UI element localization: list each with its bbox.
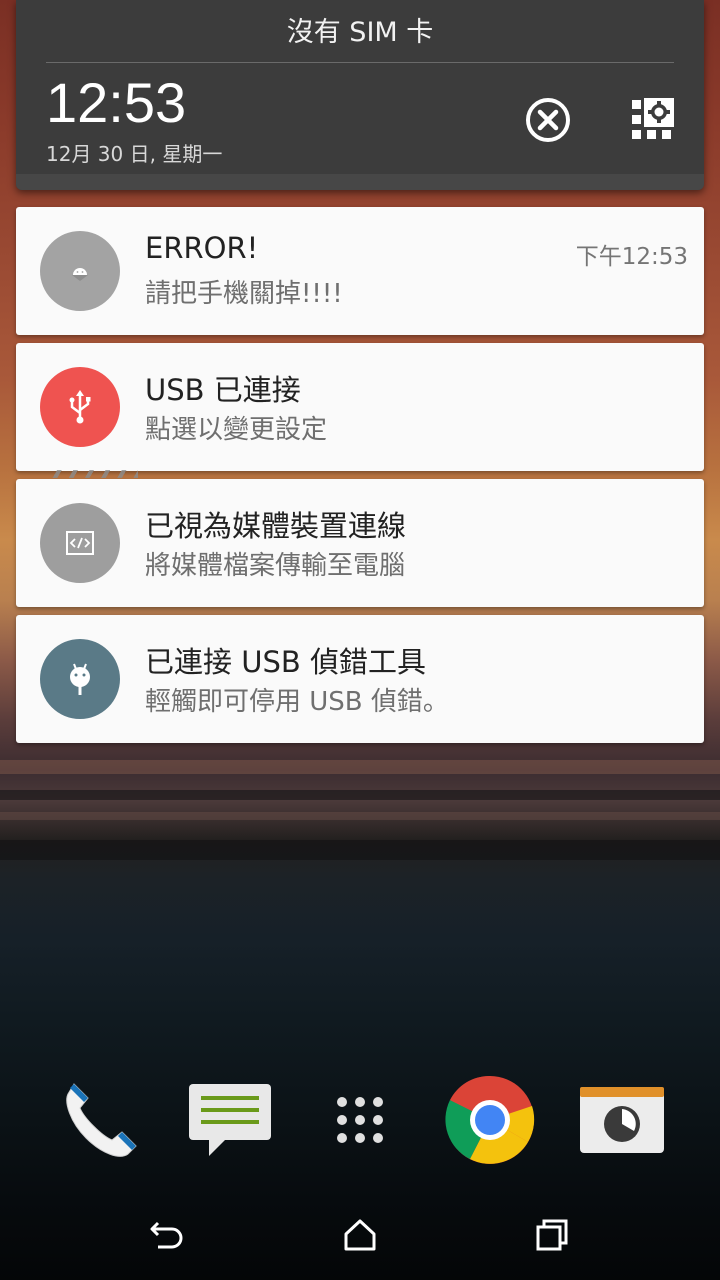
notification-title: USB 已連接 — [145, 373, 301, 407]
app-drawer-icon — [337, 1097, 383, 1143]
clock-time[interactable]: 12:53 — [46, 70, 186, 135]
camera-icon — [580, 1087, 664, 1153]
messages-icon — [189, 1084, 271, 1156]
notification-icon — [40, 231, 120, 311]
sim-status: 沒有 SIM 卡 — [286, 17, 434, 48]
swipe-indicator — [48, 470, 138, 478]
phone-icon — [66, 1083, 137, 1157]
notification-usb-debugging[interactable]: 已連接 USB 偵錯工具 輕觸即可停用 USB 偵錯。 — [16, 615, 704, 743]
debug-android-icon — [70, 663, 90, 695]
recents-button[interactable] — [522, 1210, 582, 1260]
wallpaper-streak — [0, 790, 720, 800]
notification-text: 輕觸即可停用 USB 偵錯。 — [145, 687, 449, 717]
chrome-icon — [445, 1075, 535, 1164]
home-icon — [344, 1219, 376, 1251]
notification-icon — [40, 639, 120, 719]
messages-app[interactable] — [180, 1070, 280, 1170]
home-button[interactable] — [330, 1210, 390, 1260]
chrome-app[interactable] — [440, 1070, 540, 1170]
clock-date[interactable]: 12月 30 日, 星期一 — [46, 138, 222, 167]
usb-icon — [69, 390, 91, 424]
quick-settings-button[interactable] — [622, 90, 682, 150]
code-file-icon — [66, 531, 94, 555]
notification-title: 已視為媒體裝置連線 — [145, 509, 407, 543]
notification-icon — [40, 367, 120, 447]
phone-app[interactable] — [48, 1070, 148, 1170]
back-icon — [150, 1221, 183, 1249]
recents-icon — [536, 1219, 568, 1251]
android-icon — [72, 268, 88, 281]
notification-text: 請把手機關掉!!!! — [145, 279, 343, 309]
notification-time: 下午12:53 — [575, 244, 688, 270]
notification-error[interactable]: ERROR! 請把手機關掉!!!! 下午12:53 — [16, 207, 704, 335]
back-button[interactable] — [138, 1210, 198, 1260]
header-divider — [46, 62, 674, 63]
close-circle-icon — [526, 98, 570, 142]
notification-title: 已連接 USB 偵錯工具 — [145, 645, 426, 679]
quick-settings-icon — [632, 98, 674, 139]
wallpaper-streak — [0, 812, 720, 820]
notification-media-device[interactable]: 已視為媒體裝置連線 將媒體檔案傳輸至電腦 — [16, 479, 704, 607]
notification-text: 將媒體檔案傳輸至電腦 — [145, 551, 406, 581]
dismiss-all-button[interactable] — [518, 90, 578, 150]
notification-title: ERROR! — [145, 231, 259, 265]
home-dock — [0, 1070, 720, 1180]
app-drawer[interactable] — [310, 1070, 410, 1170]
notification-usb-connected[interactable]: USB 已連接 點選以變更設定 — [16, 343, 704, 471]
wallpaper-streak — [0, 760, 720, 774]
notification-text: 點選以變更設定 — [145, 415, 328, 445]
notification-header: 沒有 SIM 卡 12:53 12月 30 日, 星期一 — [16, 0, 704, 190]
wallpaper-streak — [0, 840, 720, 860]
notification-icon — [40, 503, 120, 583]
camera-app[interactable] — [572, 1070, 672, 1170]
navigation-bar — [0, 1190, 720, 1280]
